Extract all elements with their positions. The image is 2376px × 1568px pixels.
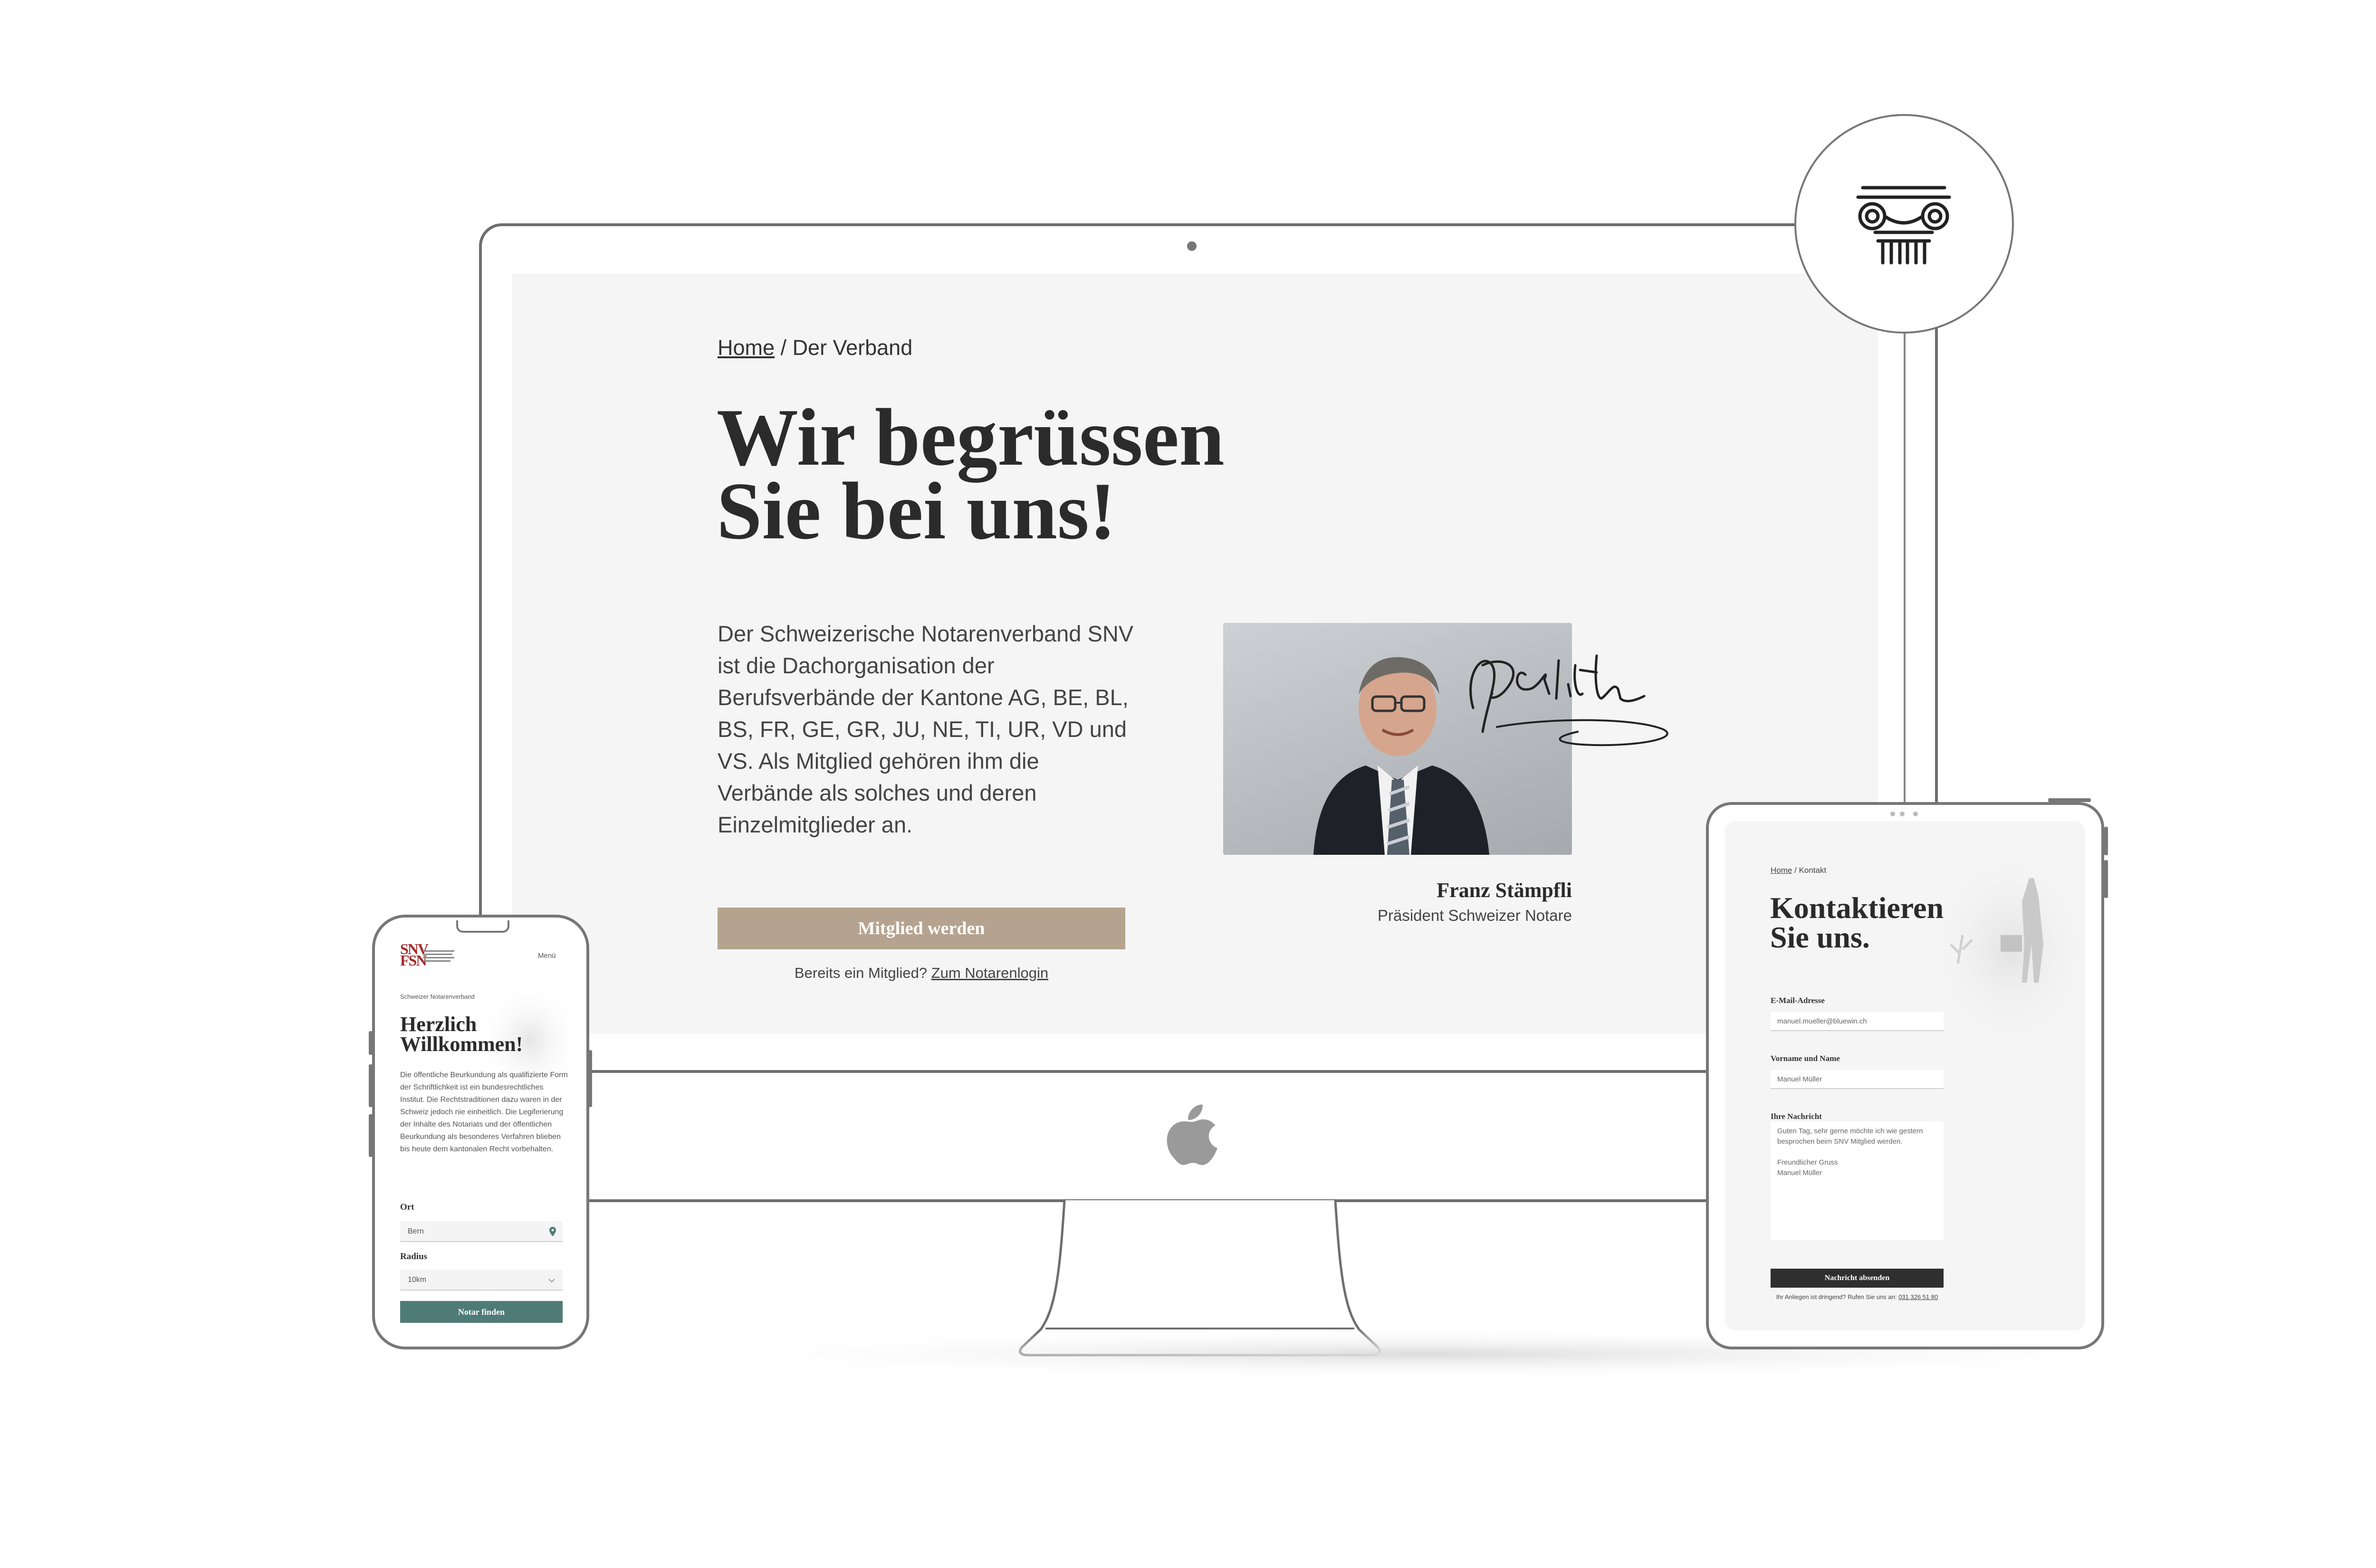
breadcrumb: Home / Der Verband <box>718 335 912 360</box>
radius-value: 10km <box>408 1276 427 1284</box>
president-name: Franz Stämpfli <box>1437 879 1572 902</box>
radius-select[interactable]: 10km <box>400 1270 563 1291</box>
breadcrumb-home-link[interactable]: Home <box>718 335 775 360</box>
tablet-title-line1: Kontaktieren <box>1770 891 1944 925</box>
phone-title-line2: Willkommen! <box>400 1033 523 1056</box>
email-field[interactable]: manuel.mueller@bluewin.ch <box>1771 1012 1944 1031</box>
tablet-breadcrumb-home-link[interactable]: Home <box>1771 866 1792 875</box>
tablet-urgent-note: Ihr Anliegen ist dringend? Rufen Sie uns… <box>1771 1293 1944 1300</box>
member-login-line: Bereits ein Mitglied? Zum Notarenlogin <box>718 965 1125 982</box>
urgent-note-text: Ihr Anliegen ist dringend? Rufen Sie uns… <box>1776 1293 1899 1300</box>
map-pin-icon <box>549 1227 556 1236</box>
location-input[interactable]: Bern <box>400 1221 563 1242</box>
phone-title-line1: Herzlich <box>400 1013 477 1036</box>
location-value: Bern <box>408 1227 424 1235</box>
message-label: Ihre Nachricht <box>1771 1112 1822 1121</box>
name-field[interactable]: Manuel Müller <box>1771 1070 1944 1089</box>
tablet-breadcrumb: Home / Kontakt <box>1771 866 1826 875</box>
tablet-breadcrumb-separator: / <box>1792 866 1799 875</box>
send-message-button[interactable]: Nachricht absenden <box>1771 1269 1944 1288</box>
intro-paragraph: Der Schweizerische Notarenverband SNV is… <box>718 621 1134 837</box>
tablet-page-title: Kontaktieren Sie uns. <box>1770 891 1944 954</box>
message-textarea[interactable]: Guten Tag, sehr gerne möchte ich wie ges… <box>1771 1121 1944 1240</box>
radius-label: Radius <box>400 1252 428 1262</box>
member-login-prefix: Bereits ein Mitglied? <box>794 965 931 981</box>
name-value: Manuel Müller <box>1777 1075 1822 1083</box>
president-signature <box>1469 654 1668 746</box>
apple-logo-icon <box>1167 1104 1217 1165</box>
phone-page-title: Herzlich Willkommen! <box>400 1013 523 1056</box>
imac-camera <box>1187 241 1197 251</box>
location-label: Ort <box>400 1202 414 1212</box>
find-notary-button[interactable]: Notar finden <box>400 1301 563 1323</box>
notary-login-link[interactable]: Zum Notarenlogin <box>931 965 1048 981</box>
menu-button[interactable]: Menü <box>538 952 556 960</box>
ionic-column-icon <box>1856 186 1951 265</box>
president-role: Präsident Schweizer Notare <box>1377 907 1572 924</box>
logo-tagline-lines <box>423 950 456 962</box>
chevron-down-icon <box>548 1279 555 1283</box>
page-title-line1: Wir begrüssen <box>717 392 1225 483</box>
phone-notch <box>456 920 509 933</box>
breadcrumb-separator: / <box>775 335 793 360</box>
tablet-side-button <box>2104 827 2108 855</box>
phone-overline: Schweizer Notarenverband <box>400 993 475 1000</box>
tablet-camera <box>1890 811 1919 816</box>
hotline-link[interactable]: 031 326 51 80 <box>1898 1293 1938 1300</box>
email-label: E-Mail-Adresse <box>1771 996 1825 1005</box>
page-title: Wir begrüssen Sie bei uns! <box>717 392 1382 556</box>
tablet-top-button <box>2048 798 2091 802</box>
become-member-button[interactable]: Mitglied werden <box>718 908 1125 949</box>
name-label: Vorname und Name <box>1771 1054 1840 1063</box>
tablet-title-line2: Sie uns. <box>1770 920 1870 954</box>
email-value: manuel.mueller@bluewin.ch <box>1777 1017 1867 1025</box>
tablet-hero-illustration <box>1929 850 2085 1049</box>
phone-intro-paragraph: Die öffentliche Beurkundung als qualifiz… <box>400 1071 568 1153</box>
badge-connector-line <box>1904 334 1906 832</box>
tablet-volume-button <box>2104 860 2108 898</box>
page-title-line2: Sie bei uns! <box>717 466 1117 556</box>
tablet-breadcrumb-current: Kontakt <box>1799 866 1827 875</box>
breadcrumb-current: Der Verband <box>792 335 913 360</box>
